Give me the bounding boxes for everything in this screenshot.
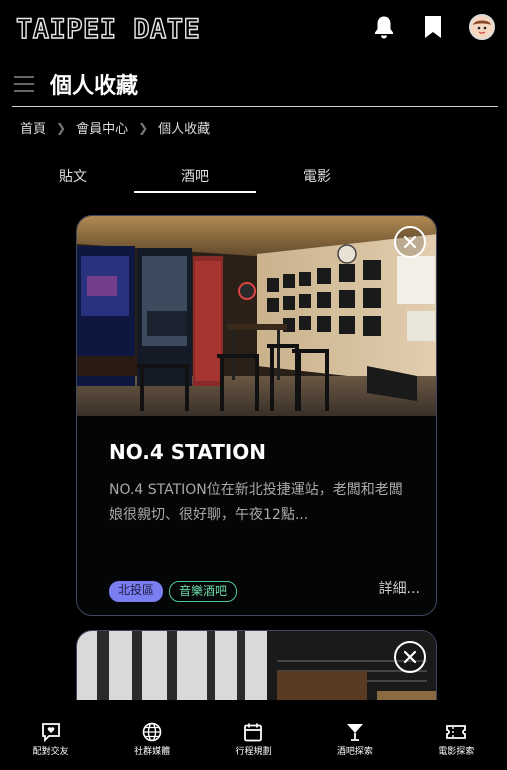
calendar-icon — [208, 722, 298, 742]
chevron-right-icon: ❯ — [56, 120, 67, 135]
breadcrumb-home[interactable]: 首頁 — [20, 118, 46, 137]
tab-bar: 貼文 酒吧 電影 — [12, 164, 378, 194]
tab-posts[interactable]: 貼文 — [12, 164, 134, 192]
card-title[interactable]: NO.4 STATION — [109, 440, 266, 464]
globe-icon — [107, 722, 197, 742]
tag-district[interactable]: 北投區 — [109, 581, 164, 602]
nav-matching-label: 配對交友 — [32, 747, 69, 757]
app-logo[interactable]: TAIPEI DATE — [15, 13, 200, 45]
bell-icon[interactable] — [371, 14, 397, 40]
nav-bar-explore-label: 酒吧探索 — [336, 747, 373, 757]
chat-heart-icon — [6, 722, 96, 742]
nav-social-label: 社群媒體 — [134, 747, 171, 757]
close-icon — [403, 650, 417, 664]
nav-social[interactable]: 社群媒體 — [107, 722, 197, 757]
breadcrumb-member-center[interactable]: 會員中心 — [76, 118, 128, 137]
hamburger-menu-icon[interactable] — [14, 76, 34, 94]
page-title: 個人收藏 — [50, 74, 139, 99]
remove-favorite-button[interactable] — [394, 226, 426, 258]
bar-card[interactable]: NO.4 STATION NO.4 STATION位在新北投捷運站，老闆和老闆娘… — [76, 215, 437, 616]
avatar[interactable] — [469, 14, 495, 40]
nav-movie-explore-label: 電影探索 — [438, 747, 475, 757]
breadcrumb-current: 個人收藏 — [158, 122, 211, 137]
title-row: 個人收藏 — [0, 64, 507, 108]
breadcrumb: 首頁 ❯ 會員中心 ❯ 個人收藏 — [20, 118, 211, 138]
close-icon — [403, 235, 417, 249]
tab-movies[interactable]: 電影 — [256, 164, 378, 192]
nav-itinerary[interactable]: 行程規劃 — [208, 722, 298, 757]
nav-matching[interactable]: 配對交友 — [6, 722, 96, 757]
bar-photo — [77, 216, 436, 416]
bookmark-icon[interactable] — [420, 14, 446, 40]
ticket-icon — [411, 722, 501, 742]
nav-itinerary-label: 行程規劃 — [235, 747, 272, 757]
nav-movie-explore[interactable]: 電影探索 — [411, 722, 501, 757]
card-tags: 北投區 音樂酒吧 — [109, 581, 238, 602]
details-link[interactable]: 詳細... — [379, 578, 420, 598]
title-divider — [12, 106, 498, 107]
remove-favorite-button-2[interactable] — [394, 641, 426, 673]
tag-category[interactable]: 音樂酒吧 — [169, 581, 238, 602]
top-bar: TAIPEI DATE — [0, 0, 507, 58]
tab-bars[interactable]: 酒吧 — [134, 164, 256, 193]
bottom-nav: 配對交友 社群媒體 行程規劃 酒吧探索 電影探索 — [0, 700, 507, 770]
card-description: NO.4 STATION位在新北投捷運站，老闆和老闆娘很親切、很好聊，午夜12點… — [109, 482, 403, 523]
chevron-right-icon: ❯ — [138, 120, 149, 135]
header-actions — [371, 14, 495, 40]
nav-bar-explore[interactable]: 酒吧探索 — [310, 722, 400, 757]
cocktail-icon — [310, 722, 400, 742]
